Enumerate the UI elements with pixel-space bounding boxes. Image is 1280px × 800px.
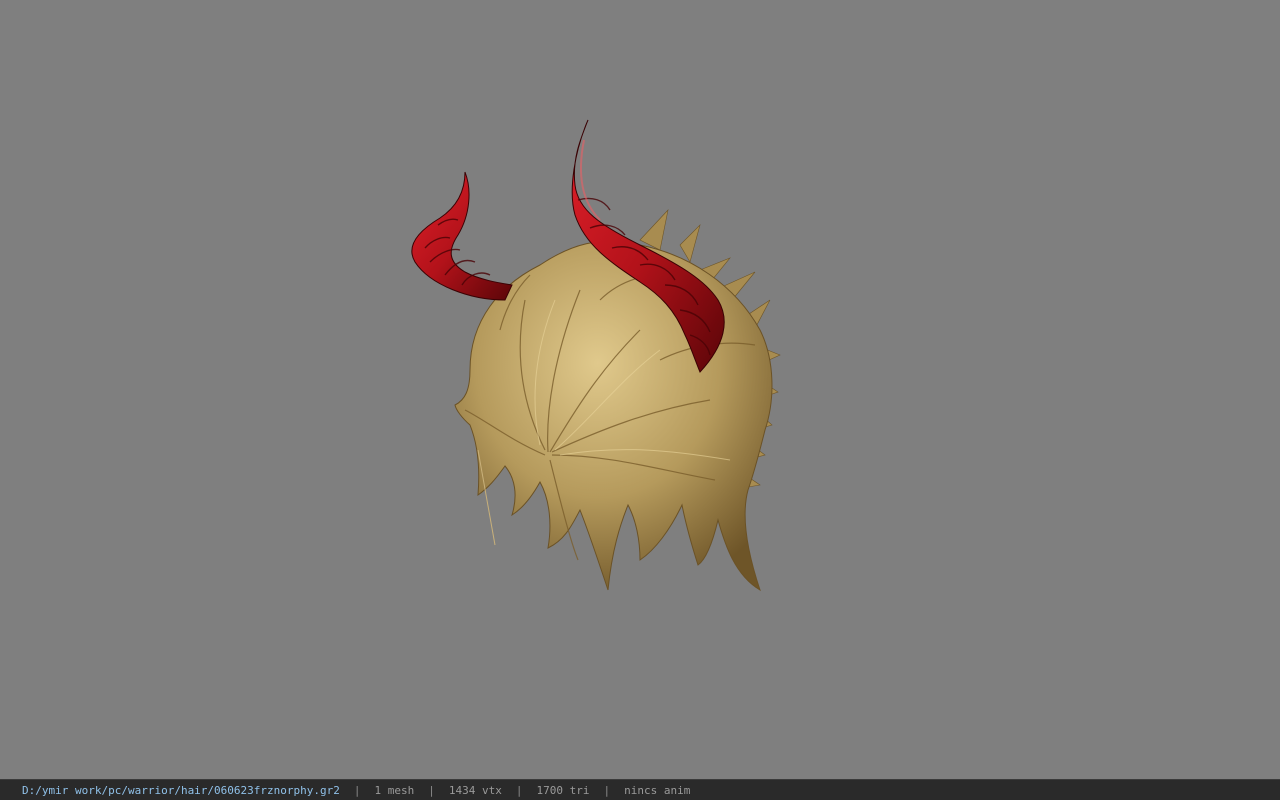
separator: |: [353, 783, 361, 797]
hair-model: [411, 119, 781, 592]
vertex-count-label: 1434 vtx: [448, 783, 502, 797]
left-horn: [411, 171, 513, 301]
separator: |: [428, 783, 435, 797]
animation-info-label: nincs anim: [624, 783, 691, 797]
3d-viewport[interactable]: [0, 0, 1280, 779]
triangle-count-label: 1700 tri: [536, 783, 590, 797]
file-path-label: D:/ymir work/pc/warrior/hair/060623frzno…: [22, 783, 340, 797]
separator: |: [515, 783, 523, 797]
status-bar: D:/ymir work/pc/warrior/hair/060623frzno…: [0, 779, 1280, 800]
mesh-count-label: 1 mesh: [374, 783, 415, 797]
separator: |: [603, 783, 611, 797]
